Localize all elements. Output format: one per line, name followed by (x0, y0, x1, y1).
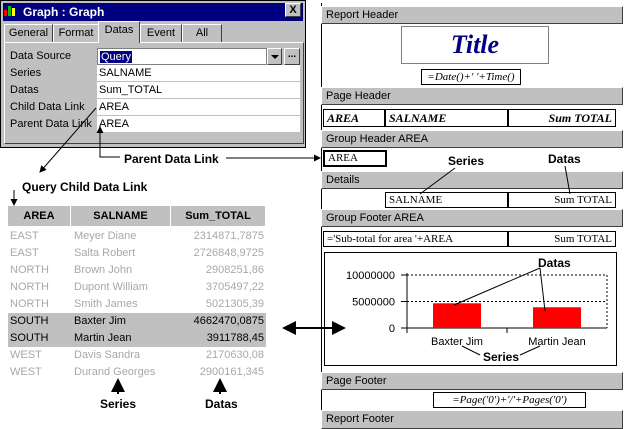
table-cell-total: 3705497,22 (205, 281, 264, 293)
series-label: Series (10, 67, 42, 79)
table-cell-salname: Salta Robert (74, 247, 136, 259)
data-source-select[interactable]: Query (97, 48, 267, 65)
details-salname-field[interactable]: SALNAME (385, 192, 508, 208)
table-cell-total: 4662470,0875 (193, 315, 264, 327)
data-source-label: Data Source (10, 50, 72, 62)
datas-label: Datas (10, 84, 39, 96)
column-header-sum-total: Sum_TOTAL (171, 206, 266, 226)
x-tick-label: Martin Jean (528, 336, 585, 348)
band-report-footer[interactable]: Report Footer (321, 410, 623, 429)
table-cell-area: WEST (10, 366, 42, 378)
table-cell-salname: Brown John (74, 264, 133, 276)
child-data-link-label: Child Data Link (10, 101, 85, 113)
datas-note-chart: Datas (538, 256, 571, 270)
table-cell-area: NORTH (10, 264, 49, 276)
page-header-area-field[interactable]: AREA (323, 109, 385, 127)
table-cell-area: WEST (10, 349, 42, 361)
table-cell-total: 5021305,39 (205, 298, 264, 310)
band-page-footer[interactable]: Page Footer (321, 372, 623, 390)
band-group-footer[interactable]: Group Footer AREA (321, 209, 623, 227)
table-cell-salname: Smith James (74, 298, 138, 310)
report-title-field[interactable]: Title (401, 26, 549, 64)
chevron-down-icon (271, 55, 279, 59)
table-cell-total: 2314871,7875 (193, 230, 264, 242)
bar (433, 303, 481, 328)
datas-field[interactable]: Sum_TOTAL (97, 82, 300, 99)
table-cell-salname: Baxter Jim (74, 315, 126, 327)
table-cell-total: 2908251,86 (205, 264, 264, 276)
band-report-header[interactable]: Report Header (321, 6, 623, 24)
close-button[interactable]: X (285, 3, 301, 17)
table-cell-total: 2900161,345 (199, 366, 264, 378)
table-cell-total: 3911788,45 (206, 332, 264, 344)
datas-note-report: Datas (548, 152, 581, 166)
graph-properties-dialog: Graph : Graph X General Format Datas Eve… (0, 0, 306, 148)
group-header-area-field[interactable]: AREA (323, 150, 387, 167)
page-number-field[interactable]: =Page('0')+'/'+Pages('0') (433, 392, 586, 408)
parent-data-link-label: Parent Data Link (10, 118, 92, 130)
y-tick-label: 10000000 (346, 270, 395, 282)
table-cell-area: NORTH (10, 281, 49, 293)
band-page-header[interactable]: Page Header (321, 87, 623, 105)
series-note-chart: Series (483, 350, 520, 364)
tab-datas[interactable]: Datas (98, 21, 140, 43)
band-details[interactable]: Details (321, 171, 623, 189)
column-header-salname: SALNAME (71, 206, 171, 226)
table-cell-area: SOUTH (10, 315, 49, 327)
details-sum-field[interactable]: Sum TOTAL (508, 192, 616, 208)
report-title-text: Title (450, 30, 500, 59)
series-note-report: Series (448, 154, 485, 168)
table-cell-total: 2726848,9725 (193, 247, 264, 259)
data-source-browse-button[interactable]: ... (284, 48, 300, 65)
data-source-dropdown-button[interactable] (267, 48, 282, 65)
y-tick-label: 5000000 (352, 297, 395, 309)
child-data-link-field[interactable]: AREA (97, 99, 300, 116)
page-header-sum-field[interactable]: Sum TOTAL (508, 109, 616, 127)
dialog-title-bar[interactable]: Graph : Graph (3, 3, 303, 21)
close-icon: X (289, 4, 297, 16)
graph-app-icon (4, 6, 15, 16)
table-cell-total: 2170630,08 (205, 349, 264, 361)
bar (533, 307, 581, 328)
tab-event[interactable]: Event (140, 24, 182, 42)
table-cell-salname: Martin Jean (74, 332, 132, 344)
band-group-header[interactable]: Group Header AREA (321, 130, 623, 148)
datas-note-bottom: Datas (205, 397, 238, 411)
group-footer-sum-field[interactable]: Sum TOTAL (508, 231, 616, 247)
table-cell-salname: Dupont William (74, 281, 148, 293)
tab-format[interactable]: Format (53, 24, 99, 42)
table-cell-salname: Durand Georges (74, 366, 156, 378)
dialog-title: Graph : Graph (23, 5, 105, 19)
tab-general[interactable]: General (4, 24, 53, 42)
parent-data-link-field[interactable]: AREA (97, 116, 300, 133)
table-cell-salname: Davis Sandra (74, 349, 141, 361)
series-field[interactable]: SALNAME (97, 65, 300, 82)
table-cell-area: EAST (10, 230, 39, 242)
subtotal-label-field[interactable]: ='Sub-total for area '+AREA (323, 231, 508, 247)
page-header-salname-field[interactable]: SALNAME (385, 109, 508, 127)
date-time-field[interactable]: =Date()+' '+Time() (421, 69, 521, 85)
table-cell-salname: Meyer Diane (74, 230, 137, 242)
tab-all[interactable]: All (182, 24, 222, 42)
table-cell-area: NORTH (10, 298, 49, 310)
parent-data-link-note: Parent Data Link (124, 152, 219, 166)
column-header-area: AREA (8, 206, 71, 226)
data-source-value: Query (100, 51, 132, 63)
bar-chart: 10000000 5000000 0 Baxter Jim Martin Jean (346, 270, 608, 348)
table-cell-area: EAST (10, 247, 39, 259)
table-cell-area: SOUTH (10, 332, 49, 344)
query-child-data-link-note: Query Child Data Link (22, 180, 148, 194)
series-note-bottom: Series (100, 397, 137, 411)
x-tick-label: Baxter Jim (431, 336, 483, 348)
graph-control[interactable]: 10000000 5000000 0 Baxter Jim Martin Jean (324, 252, 617, 366)
y-tick-label: 0 (389, 323, 395, 335)
